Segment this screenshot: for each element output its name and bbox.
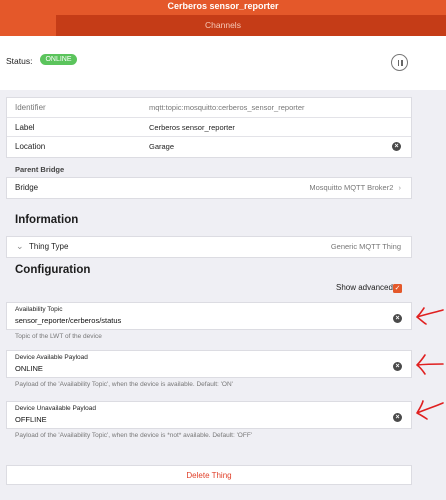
- information-title: Information: [15, 214, 79, 226]
- page-title: Cerberos sensor_reporter: [167, 1, 279, 11]
- tab-channels-label: Channels: [205, 20, 241, 30]
- bridge-value: Mosquitto MQTT Broker2 ›: [309, 178, 401, 197]
- annotation-arrow-icon: [416, 400, 444, 420]
- available-payload-input[interactable]: ONLINE: [15, 364, 43, 373]
- show-advanced-label: Show advanced: [336, 283, 393, 292]
- availability-topic-field[interactable]: Availability Topic sensor_reporter/cerbe…: [6, 302, 412, 330]
- configuration-title: Configuration: [15, 264, 91, 276]
- clear-available-payload-icon[interactable]: ×: [393, 362, 402, 371]
- thing-type-card: ⌄ Thing Type Generic MQTT Thing: [6, 236, 412, 258]
- location-label: Location: [15, 142, 46, 151]
- chevron-down-icon: ⌄: [16, 241, 24, 251]
- field-label: Device Available Payload: [15, 354, 88, 361]
- clear-unavailable-payload-icon[interactable]: ×: [393, 413, 402, 422]
- identifier-row: Identifier mqtt:topic:mosquitto:cerberos…: [7, 98, 411, 118]
- label-row[interactable]: Label Cerberos sensor_reporter: [7, 118, 411, 137]
- top-navbar: Cerberos sensor_reporter Channels: [0, 0, 446, 36]
- field-label: Device Unavailable Payload: [15, 405, 96, 412]
- field-hint: Payload of the 'Availability Topic', whe…: [15, 381, 233, 388]
- label-input[interactable]: Cerberos sensor_reporter: [149, 118, 235, 137]
- thing-type-label: Thing Type: [29, 242, 69, 251]
- clear-availability-topic-icon[interactable]: ×: [393, 314, 402, 323]
- pause-icon[interactable]: [391, 54, 408, 71]
- bridge-label: Bridge: [15, 183, 39, 192]
- unavailable-payload-field[interactable]: Device Unavailable Payload OFFLINE ×: [6, 401, 412, 429]
- chevron-right-icon: ›: [398, 183, 402, 192]
- delete-thing-button[interactable]: Delete Thing: [6, 465, 412, 485]
- field-hint: Payload of the 'Availability Topic', whe…: [15, 432, 253, 439]
- availability-topic-input[interactable]: sensor_reporter/cerberos/status: [15, 316, 121, 325]
- available-payload-field[interactable]: Device Available Payload ONLINE ×: [6, 350, 412, 378]
- annotation-arrow-icon: [416, 307, 444, 325]
- bridge-card: Bridge Mosquitto MQTT Broker2 ›: [6, 177, 412, 199]
- location-input[interactable]: Garage: [149, 137, 174, 156]
- bridge-value-text: Mosquitto MQTT Broker2: [309, 183, 394, 192]
- status-area: Status: ONLINE: [0, 36, 446, 90]
- identifier-label: Identifier: [15, 103, 46, 112]
- field-hint: Topic of the LWT of the device: [15, 333, 102, 340]
- bridge-row[interactable]: Bridge Mosquitto MQTT Broker2 ›: [7, 178, 411, 198]
- unavailable-payload-input[interactable]: OFFLINE: [15, 415, 47, 424]
- tab-channels[interactable]: Channels: [56, 15, 446, 36]
- thing-type-value: Generic MQTT Thing: [330, 242, 401, 251]
- show-advanced-checkbox[interactable]: ✓: [393, 284, 402, 293]
- delete-thing-label: Delete Thing: [186, 471, 232, 480]
- thing-type-row[interactable]: ⌄ Thing Type Generic MQTT Thing: [7, 237, 411, 257]
- label-label: Label: [15, 122, 35, 132]
- location-row[interactable]: Location Garage ×: [7, 137, 411, 157]
- parent-bridge-title: Parent Bridge: [15, 165, 65, 174]
- status-badge: ONLINE: [40, 54, 77, 65]
- thing-details-card: Identifier mqtt:topic:mosquitto:cerberos…: [6, 97, 412, 158]
- identifier-value: mqtt:topic:mosquitto:cerberos_sensor_rep…: [149, 103, 305, 112]
- field-label: Availability Topic: [15, 306, 63, 313]
- annotation-arrow-icon: [416, 354, 444, 375]
- clear-location-icon[interactable]: ×: [392, 142, 401, 151]
- status-label: Status:: [6, 56, 33, 66]
